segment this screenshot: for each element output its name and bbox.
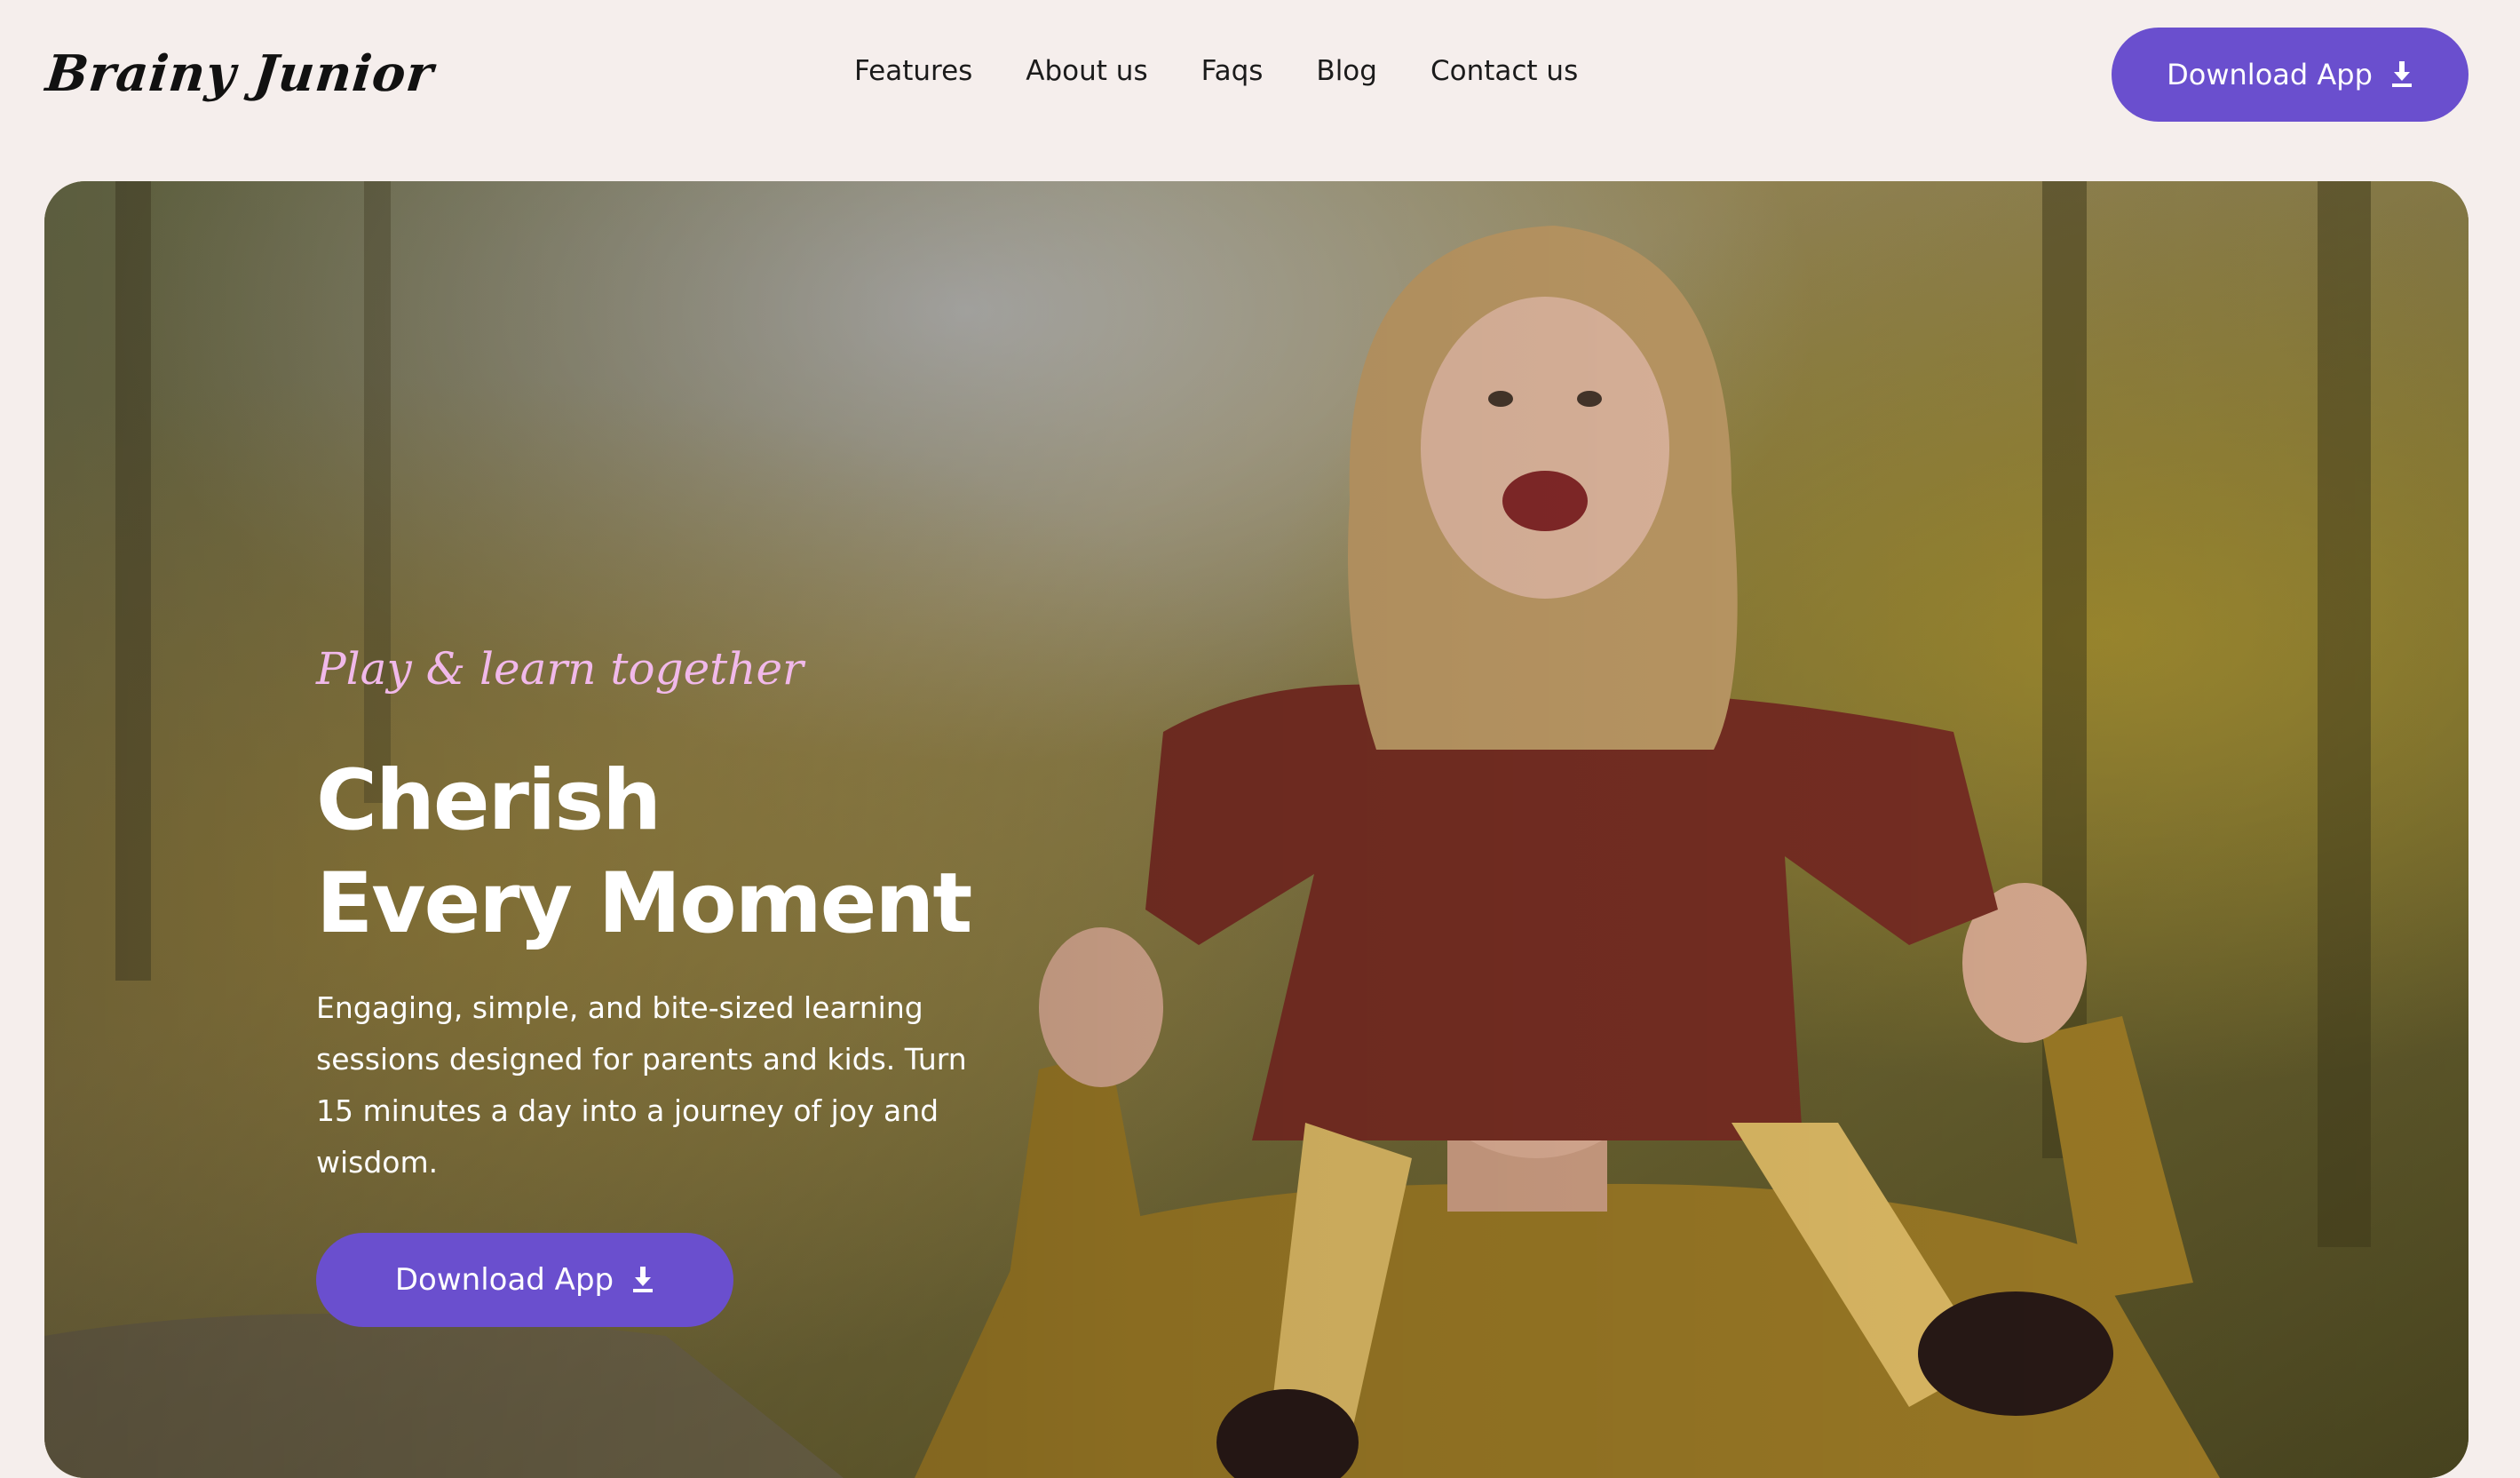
hero-content: Play & learn together Cherish Every Mome…: [316, 181, 1204, 1478]
hero-title-line-2: Every Moment: [316, 855, 972, 952]
site-header: Brainy Junior Features About us Faqs Blo…: [0, 0, 2520, 174]
hero-section: Play & learn together Cherish Every Mome…: [44, 181, 2468, 1478]
download-icon: [2390, 61, 2413, 88]
hero-download-app-label: Download App: [394, 1262, 614, 1298]
main-nav: Features About us Faqs Blog Contact us: [854, 55, 1578, 87]
nav-item-features[interactable]: Features: [854, 55, 972, 87]
hero-description: Engaging, simple, and bite-sized learnin…: [316, 990, 967, 1180]
header-download-app-button[interactable]: Download App: [2112, 28, 2468, 122]
hero-title-line-1: Cherish: [316, 752, 662, 849]
nav-item-faqs[interactable]: Faqs: [1201, 55, 1264, 87]
download-icon: [631, 1267, 654, 1293]
logo[interactable]: Brainy Junior: [44, 44, 437, 103]
hero-tagline: Play & learn together: [316, 643, 804, 695]
nav-item-blog[interactable]: Blog: [1316, 55, 1377, 87]
nav-item-about-us[interactable]: About us: [1026, 55, 1147, 87]
hero-download-app-button[interactable]: Download App: [316, 1233, 733, 1327]
hero-title: Cherish Every Moment: [316, 750, 972, 956]
nav-item-contact-us[interactable]: Contact us: [1430, 55, 1578, 87]
header-download-app-label: Download App: [2167, 58, 2373, 91]
